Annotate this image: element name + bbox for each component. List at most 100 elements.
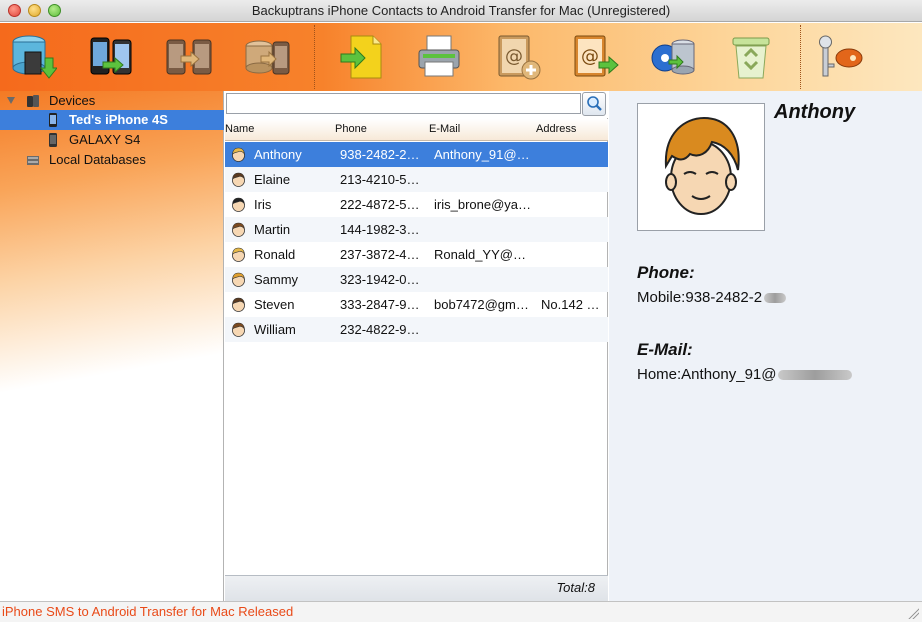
cell-email: iris_brone@ya… [434,197,532,212]
database-to-phone-icon [245,40,290,75]
register-button[interactable] [812,29,870,85]
search-input[interactable] [226,93,581,114]
total-count: Total:8 [225,575,608,601]
table-row[interactable]: Elaine 213-4210-5… [225,167,608,192]
recycle-bin-button[interactable] [722,29,780,85]
toolbar-separator [314,25,315,89]
redacted-mark [778,370,853,381]
status-link[interactable]: iPhone SMS to Android Transfer for Mac R… [2,604,293,619]
android-to-android-icon [166,39,212,75]
recycle-bin-icon [732,37,770,79]
export-contacts-button[interactable]: @ [566,29,624,85]
svg-text:@: @ [581,46,599,67]
sidebar: Devices Ted's iPhone 4S GALAXY S4 Local … [0,91,224,601]
search-bar [225,91,608,118]
cell-name: Ronald [254,247,296,262]
database-to-phone-button[interactable] [238,29,296,85]
cell-phone: 237-3872-4… [340,247,420,262]
contact-list-pane: Name Phone E-Mail Address Anthony 938-248… [225,91,608,601]
table-row[interactable]: Martin 144-1982-3… [225,217,608,242]
column-header-address[interactable]: Address [536,123,576,135]
backup-database-button[interactable] [4,29,62,85]
column-header-name[interactable]: Name [225,123,254,135]
phone-transfer-icon [90,37,132,75]
table-row[interactable]: Steven 333-2847-9… bob7472@gm… No.142 … [225,292,608,317]
contact-table: Anthony 938-2482-2… Anthony_91@… Elaine 213-… [225,142,608,342]
add-contact-icon: @ [498,35,541,80]
table-row[interactable]: Sammy 323-1942-0… [225,267,608,292]
title-bar: Backuptrans iPhone Contacts to Android T… [0,0,922,22]
sidebar-local-databases[interactable]: Local Databases [0,150,224,170]
contact-avatar-icon [664,116,740,215]
contact-avatar-icon [232,172,245,187]
email-value: Home:Anthony_91@ [637,366,853,383]
phone-heading: Phone: [637,263,695,282]
search-button[interactable] [582,92,606,116]
contact-detail-pane: Anthony Phone: Mobile:938-2482-2 E-Mail:… [609,91,922,601]
cell-email: Anthony_91@… [434,147,530,162]
android-phone-icon [49,133,57,147]
minimize-window-button[interactable] [28,4,41,17]
contact-avatar-icon [232,297,245,312]
cell-phone: 232-4822-9… [340,322,420,337]
cell-name: Martin [254,222,291,237]
cell-phone: 938-2482-2… [340,147,420,162]
cell-phone: 144-1982-3… [340,222,420,237]
cell-name: Anthony [254,147,302,162]
sidebar-item-teds-iphone[interactable]: Ted's iPhone 4S [0,110,224,130]
disclosure-triangle-icon[interactable] [7,97,15,104]
contact-name: Anthony [774,101,856,123]
sidebar-devices-label: Devices [49,93,96,108]
print-icon [418,35,460,77]
contact-avatar-icon [232,247,245,262]
table-row[interactable]: Anthony 938-2482-2… Anthony_91@… [225,142,608,167]
cell-address: No.142 … [541,297,600,312]
table-row[interactable]: Iris 222-4872-5… iris_brone@ya… [225,192,608,217]
cell-name: William [254,322,296,337]
phone-transfer-button[interactable] [82,29,140,85]
import-button[interactable] [332,29,390,85]
phone-value-text: Mobile:938-2482-2 [637,289,763,306]
redacted-mark [764,293,787,304]
table-row[interactable]: Ronald 237-3872-4… Ronald_YY@… [225,242,608,267]
window-title: Backuptrans iPhone Contacts to Android T… [251,3,671,18]
toolbar: @ @ [0,23,922,91]
sidebar-devices-group[interactable]: Devices [0,91,224,111]
contact-avatar-icon [232,197,245,212]
iphone-icon [49,113,57,127]
column-header-phone[interactable]: Phone [335,123,367,135]
cell-phone: 213-4210-5… [340,172,420,187]
restore-database-icon [651,39,695,75]
svg-text:@: @ [505,46,523,67]
zoom-window-button[interactable] [48,4,61,17]
cell-email: bob7472@gm… [434,297,529,312]
sidebar-item-label: Ted's iPhone 4S [69,112,168,127]
sidebar-item-galaxy-s4[interactable]: GALAXY S4 [0,130,224,150]
cell-name: Elaine [254,172,291,187]
restore-database-button[interactable] [644,29,702,85]
print-button[interactable] [410,29,468,85]
backup-database-icon [12,35,57,79]
contact-avatar-icon [232,147,245,162]
add-contact-button[interactable]: @ [488,29,546,85]
resize-handle[interactable] [907,607,919,619]
cell-email: Ronald_YY@… [434,247,526,262]
devices-icon [27,95,39,107]
android-transfer-button[interactable] [160,29,218,85]
column-header-email[interactable]: E-Mail [429,123,460,135]
email-value-text: Home:Anthony_91@ [637,366,777,383]
table-row[interactable]: William 232-4822-9… [225,317,608,342]
cell-phone: 323-1942-0… [340,272,420,287]
register-key-icon [819,35,863,77]
sidebar-local-databases-label: Local Databases [49,152,146,167]
close-window-button[interactable] [8,4,21,17]
status-bar: iPhone SMS to Android Transfer for Mac R… [0,601,922,622]
cell-name: Sammy [254,272,299,287]
toolbar-separator [800,25,801,89]
contact-avatar-icon [232,222,245,237]
table-header: Name Phone E-Mail Address [225,119,608,141]
email-heading: E-Mail: [637,340,693,359]
database-icon [27,156,39,165]
cell-phone: 222-4872-5… [340,197,420,212]
cell-phone: 333-2847-9… [340,297,420,312]
